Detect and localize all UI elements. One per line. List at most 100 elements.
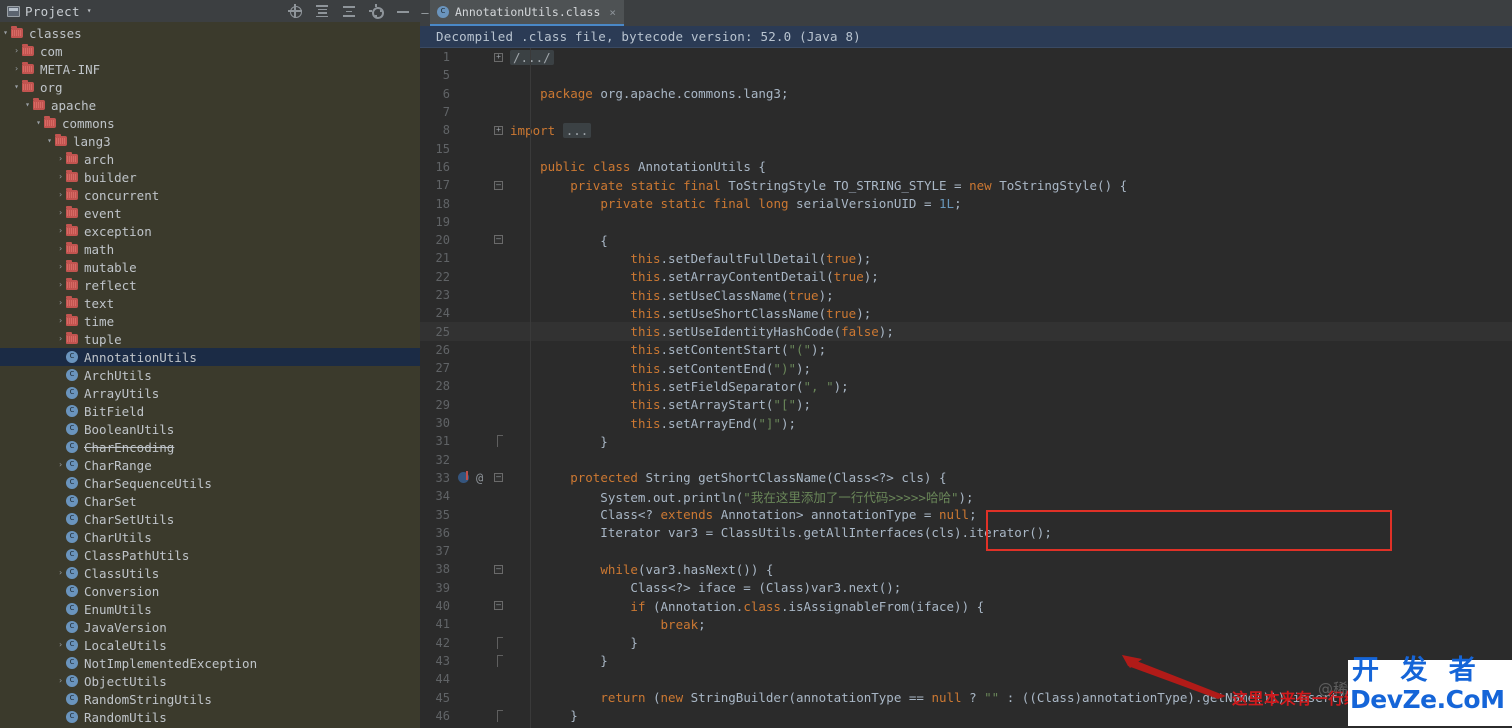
code-gutter[interactable] [450, 322, 506, 340]
code-gutter[interactable] [450, 268, 506, 286]
tree-item-classpathutils[interactable]: ClassPathUtils [0, 546, 420, 564]
code-gutter[interactable] [450, 597, 506, 615]
chevron-down-icon[interactable]: ▾ [87, 7, 92, 15]
tree-item-classes[interactable]: ▾classes [0, 24, 420, 42]
code-text[interactable]: Class<? extends Annotation> annotationTy… [506, 507, 977, 522]
code-line-17[interactable]: 17 private static final ToStringStyle TO… [420, 176, 1512, 194]
code-gutter[interactable] [450, 451, 506, 469]
code-line-19[interactable]: 19 [420, 213, 1512, 231]
code-text[interactable]: public class AnnotationUtils { [506, 159, 766, 174]
code-gutter[interactable] [450, 48, 506, 66]
fold-end-icon[interactable] [494, 655, 504, 667]
chevron-down-icon[interactable]: ▾ [44, 137, 55, 145]
chevron-right-icon[interactable]: › [55, 317, 66, 325]
code-line-20[interactable]: 20 { [420, 231, 1512, 249]
code-text[interactable]: protected String getShortClassName(Class… [506, 470, 947, 485]
code-gutter[interactable] [450, 688, 506, 706]
chevron-right-icon[interactable]: › [55, 245, 66, 253]
tree-item-charsetutils[interactable]: CharSetUtils [0, 510, 420, 528]
code-gutter[interactable] [450, 158, 506, 176]
code-line-31[interactable]: 31 } [420, 432, 1512, 450]
fold-collapse-icon[interactable] [494, 181, 503, 190]
tree-item-objectutils[interactable]: ›ObjectUtils [0, 672, 420, 690]
tree-item-arch[interactable]: ›arch [0, 150, 420, 168]
tree-item-event[interactable]: ›event [0, 204, 420, 222]
tree-item-exception[interactable]: ›exception [0, 222, 420, 240]
code-line-25[interactable]: 25 this.setUseIdentityHashCode(false); [420, 322, 1512, 340]
collapse-all-icon[interactable] [315, 4, 329, 18]
fold-collapse-icon[interactable] [494, 235, 503, 244]
chevron-right-icon[interactable]: › [55, 641, 66, 649]
fold-end-icon[interactable] [494, 435, 504, 447]
code-gutter[interactable] [450, 396, 506, 414]
code-gutter[interactable] [450, 341, 506, 359]
code-line-36[interactable]: 36 Iterator var3 = ClassUtils.getAllInte… [420, 524, 1512, 542]
code-gutter[interactable] [450, 66, 506, 84]
tree-item-builder[interactable]: ›builder [0, 168, 420, 186]
code-line-30[interactable]: 30 this.setArrayEnd("]"); [420, 414, 1512, 432]
tree-item-commons[interactable]: ▾commons [0, 114, 420, 132]
fold-expand-icon[interactable] [494, 126, 503, 135]
code-text[interactable]: this.setFieldSeparator(", "); [506, 379, 849, 394]
tree-item-arrayutils[interactable]: ArrayUtils [0, 384, 420, 402]
code-text[interactable]: { [506, 233, 608, 248]
code-line-34[interactable]: 34 System.out.println("我在这里添加了一行代码>>>>>哈… [420, 487, 1512, 505]
code-text[interactable]: this.setUseShortClassName(true); [506, 306, 871, 321]
code-text[interactable]: while(var3.hasNext()) { [506, 562, 773, 577]
code-gutter[interactable] [450, 213, 506, 231]
chevron-right-icon[interactable]: › [55, 461, 66, 469]
code-text[interactable]: this.setDefaultFullDetail(true); [506, 251, 871, 266]
code-text[interactable]: System.out.println("我在这里添加了一行代码>>>>>哈哈")… [506, 487, 974, 506]
chevron-right-icon[interactable]: › [11, 65, 22, 73]
chevron-right-icon[interactable]: › [55, 209, 66, 217]
code-line-1[interactable]: 1/.../ [420, 48, 1512, 66]
tree-item-randomstringutils[interactable]: RandomStringUtils [0, 690, 420, 708]
tree-item-reflect[interactable]: ›reflect [0, 276, 420, 294]
code-gutter[interactable] [450, 579, 506, 597]
code-viewport[interactable]: 1/.../56 package org.apache.commons.lang… [420, 48, 1512, 728]
code-text[interactable]: } [506, 635, 638, 650]
code-gutter[interactable] [450, 524, 506, 542]
tree-item-booleanutils[interactable]: BooleanUtils [0, 420, 420, 438]
code-gutter[interactable] [450, 487, 506, 505]
code-line-32[interactable]: 32 [420, 451, 1512, 469]
code-gutter[interactable] [450, 231, 506, 249]
code-text[interactable]: private static final ToStringStyle TO_ST… [506, 178, 1127, 193]
code-line-44[interactable]: 44 [420, 670, 1512, 688]
tree-item-enumutils[interactable]: EnumUtils [0, 600, 420, 618]
code-line-39[interactable]: 39 Class<?> iface = (Class)var3.next(); [420, 579, 1512, 597]
tab-annotationutils-class[interactable]: AnnotationUtils.class × [430, 0, 624, 26]
chevron-down-icon[interactable]: ▾ [22, 101, 33, 109]
override-method-icon[interactable] [458, 472, 469, 483]
chevron-right-icon[interactable]: › [55, 173, 66, 181]
code-gutter[interactable] [450, 139, 506, 157]
chevron-down-icon[interactable]: ▾ [0, 29, 11, 37]
code-gutter[interactable] [450, 194, 506, 212]
code-line-26[interactable]: 26 this.setContentStart("("); [420, 341, 1512, 359]
tree-item-org[interactable]: ▾org [0, 78, 420, 96]
tree-item-text[interactable]: ›text [0, 294, 420, 312]
chevron-down-icon[interactable]: ▾ [11, 83, 22, 91]
code-line-23[interactable]: 23 this.setUseClassName(true); [420, 286, 1512, 304]
code-line-8[interactable]: 8import ... [420, 121, 1512, 139]
code-gutter[interactable] [450, 249, 506, 267]
code-gutter[interactable] [450, 286, 506, 304]
project-tree[interactable]: ▾classes›com›META-INF▾org▾apache▾commons… [0, 22, 420, 726]
tree-item-charset[interactable]: CharSet [0, 492, 420, 510]
chevron-right-icon[interactable]: › [55, 569, 66, 577]
code-gutter[interactable]: @ [450, 469, 506, 487]
code-line-42[interactable]: 42 } [420, 634, 1512, 652]
code-text[interactable]: this.setArrayContentDetail(true); [506, 269, 879, 284]
code-text[interactable]: } [506, 708, 578, 723]
tree-item-time[interactable]: ›time [0, 312, 420, 330]
code-text[interactable]: Class<?> iface = (Class)var3.next(); [506, 580, 901, 595]
code-line-15[interactable]: 15 [420, 139, 1512, 157]
tree-item-annotationutils[interactable]: AnnotationUtils [0, 348, 420, 366]
code-text[interactable]: package org.apache.commons.lang3; [506, 86, 788, 101]
code-line-29[interactable]: 29 this.setArrayStart("["); [420, 396, 1512, 414]
code-gutter[interactable] [450, 560, 506, 578]
code-line-46[interactable]: 46 } [420, 707, 1512, 725]
code-line-18[interactable]: 18 private static final long serialVersi… [420, 194, 1512, 212]
chevron-right-icon[interactable]: › [11, 47, 22, 55]
code-line-24[interactable]: 24 this.setUseShortClassName(true); [420, 304, 1512, 322]
